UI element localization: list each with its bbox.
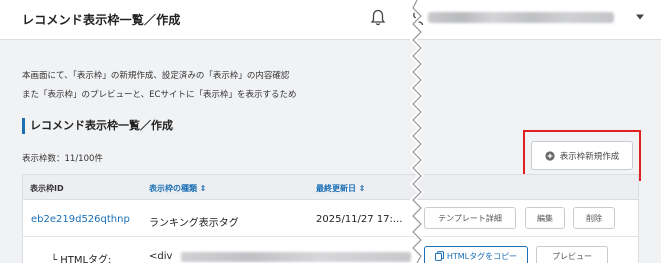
user-icon[interactable] [410, 10, 424, 26]
delete-button[interactable]: 削除 [573, 207, 615, 229]
plus-circle-icon [545, 150, 555, 161]
template-detail-button[interactable]: テンプレート詳細 [424, 207, 516, 229]
top-bar: レコメンド表示枠一覧／作成 [0, 0, 661, 40]
frames-table: 表示枠ID 表示枠の種類 ⇕ 最終更新日 ⇕ eb2e219d526qthnp … [22, 174, 639, 263]
preview-button[interactable]: プレビュー [536, 246, 608, 263]
frame-type: ランキング表示タグ [149, 218, 239, 229]
section-title: レコメンド表示枠一覧／作成 [22, 118, 173, 134]
copy-html-label: HTMLタグをコピー [446, 251, 518, 261]
column-header-updated[interactable]: 最終更新日 ⇕ [316, 183, 366, 194]
html-tag-value: <div [149, 251, 173, 262]
user-name-redacted [428, 12, 614, 23]
description-line: また「表示枠」のプレビューと、ECサイトに「表示枠」を表示するため [22, 90, 297, 100]
table-header: 表示枠ID 表示枠の種類 ⇕ 最終更新日 ⇕ [22, 174, 639, 200]
description-line: 本画面にて、「表示枠」の新規作成、設定済みの「表示枠」の内容確認 [22, 71, 290, 81]
edit-button[interactable]: 編集 [525, 207, 565, 229]
column-header-type[interactable]: 表示枠の種類 ⇕ [149, 183, 207, 194]
html-tag-redacted [181, 252, 411, 262]
caret-down-icon[interactable] [635, 13, 645, 21]
row-divider [23, 236, 638, 237]
create-frame-label: 表示枠新規作成 [559, 151, 620, 162]
create-frame-button[interactable]: 表示枠新規作成 [531, 141, 633, 170]
copy-icon [434, 251, 444, 261]
bell-icon[interactable] [370, 9, 386, 27]
column-header-id: 表示枠ID [30, 184, 64, 193]
page-title: レコメンド表示枠一覧／作成 [22, 13, 181, 27]
table-row: eb2e219d526qthnp ランキング表示タグ 2025/11/27 17… [22, 200, 639, 263]
frame-id-link[interactable]: eb2e219d526qthnp [31, 214, 130, 225]
frame-count: 表示枠数：11/100件 [22, 154, 103, 164]
html-tag-label: └ HTMLタグ: [51, 255, 112, 263]
frame-updated: 2025/11/27 17:... [316, 214, 403, 225]
copy-html-button[interactable]: HTMLタグをコピー [424, 246, 528, 263]
